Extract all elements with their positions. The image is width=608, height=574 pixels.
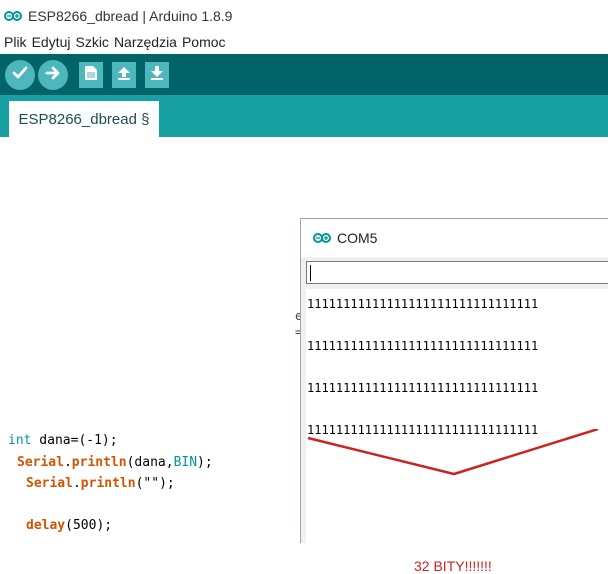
code-text: (500); bbox=[65, 518, 113, 533]
code-function: println bbox=[80, 476, 136, 491]
upload-button[interactable] bbox=[38, 60, 68, 90]
menu-item-pomoc[interactable]: Pomoc bbox=[182, 34, 226, 50]
code-line: Serial.println(""); bbox=[26, 476, 175, 491]
text-caret bbox=[310, 265, 311, 281]
serial-output-line: 11111111111111111111111111111111 bbox=[307, 297, 539, 311]
document-icon bbox=[84, 65, 98, 85]
menu-item-edytuj[interactable]: Edytuj bbox=[32, 34, 71, 50]
check-icon bbox=[11, 64, 29, 86]
menu-item-plik[interactable]: Plik bbox=[4, 34, 27, 50]
new-sketch-button[interactable] bbox=[79, 62, 103, 88]
annotation-text: 32 BITY!!!!!!! bbox=[414, 558, 492, 574]
toolbar bbox=[0, 54, 608, 95]
serial-monitor-title: COM5 bbox=[337, 230, 378, 246]
open-sketch-button[interactable] bbox=[112, 62, 136, 88]
code-text: dana=(-1); bbox=[31, 433, 118, 448]
red-annotation-arrow bbox=[307, 429, 599, 476]
code-constant: BIN bbox=[173, 455, 198, 470]
code-function: println bbox=[71, 455, 127, 470]
serial-send-input[interactable] bbox=[306, 261, 608, 284]
code-function: delay bbox=[26, 518, 66, 533]
arrow-up-icon bbox=[116, 65, 132, 85]
code-line: int dana=(-1); bbox=[8, 433, 118, 448]
serial-monitor-title-bar: COM5 bbox=[301, 219, 608, 257]
serial-output-line: 11111111111111111111111111111111 bbox=[307, 339, 539, 353]
code-text: ); bbox=[197, 455, 213, 470]
menu-bar: Plik Edytuj Szkic Narzędzia Pomoc bbox=[0, 32, 608, 52]
tab-label: ESP8266_dbread § bbox=[18, 110, 150, 128]
code-object: Serial bbox=[17, 455, 64, 470]
window-title: ESP8266_dbread | Arduino 1.8.9 bbox=[28, 8, 233, 24]
menu-item-szkic[interactable]: Szkic bbox=[75, 34, 108, 50]
code-object: Serial bbox=[26, 476, 73, 491]
menu-item-narzedzia[interactable]: Narzędzia bbox=[114, 34, 177, 50]
arrow-down-icon bbox=[149, 65, 165, 85]
verify-button[interactable] bbox=[5, 60, 35, 90]
serial-monitor-window: COM5 11111111111111111111111111111111 11… bbox=[300, 218, 608, 574]
code-line: delay(500); bbox=[26, 518, 112, 533]
window-title-bar: ESP8266_dbread | Arduino 1.8.9 bbox=[0, 0, 608, 32]
arrow-right-icon bbox=[44, 64, 62, 86]
code-line: Serial.println(dana,BIN); bbox=[17, 455, 213, 470]
code-text: (dana, bbox=[126, 455, 174, 470]
code-text: (""); bbox=[135, 476, 175, 491]
serial-output-line: 11111111111111111111111111111111 bbox=[307, 381, 539, 395]
tab-bar: ESP8266_dbread § bbox=[0, 95, 608, 137]
arduino-logo-icon bbox=[4, 10, 22, 22]
arduino-logo-icon bbox=[313, 232, 331, 244]
code-keyword: int bbox=[8, 433, 32, 448]
serial-output-area[interactable]: 11111111111111111111111111111111 1111111… bbox=[306, 289, 608, 574]
save-sketch-button[interactable] bbox=[145, 62, 169, 88]
tab-esp8266-dbread[interactable]: ESP8266_dbread § bbox=[9, 101, 159, 137]
